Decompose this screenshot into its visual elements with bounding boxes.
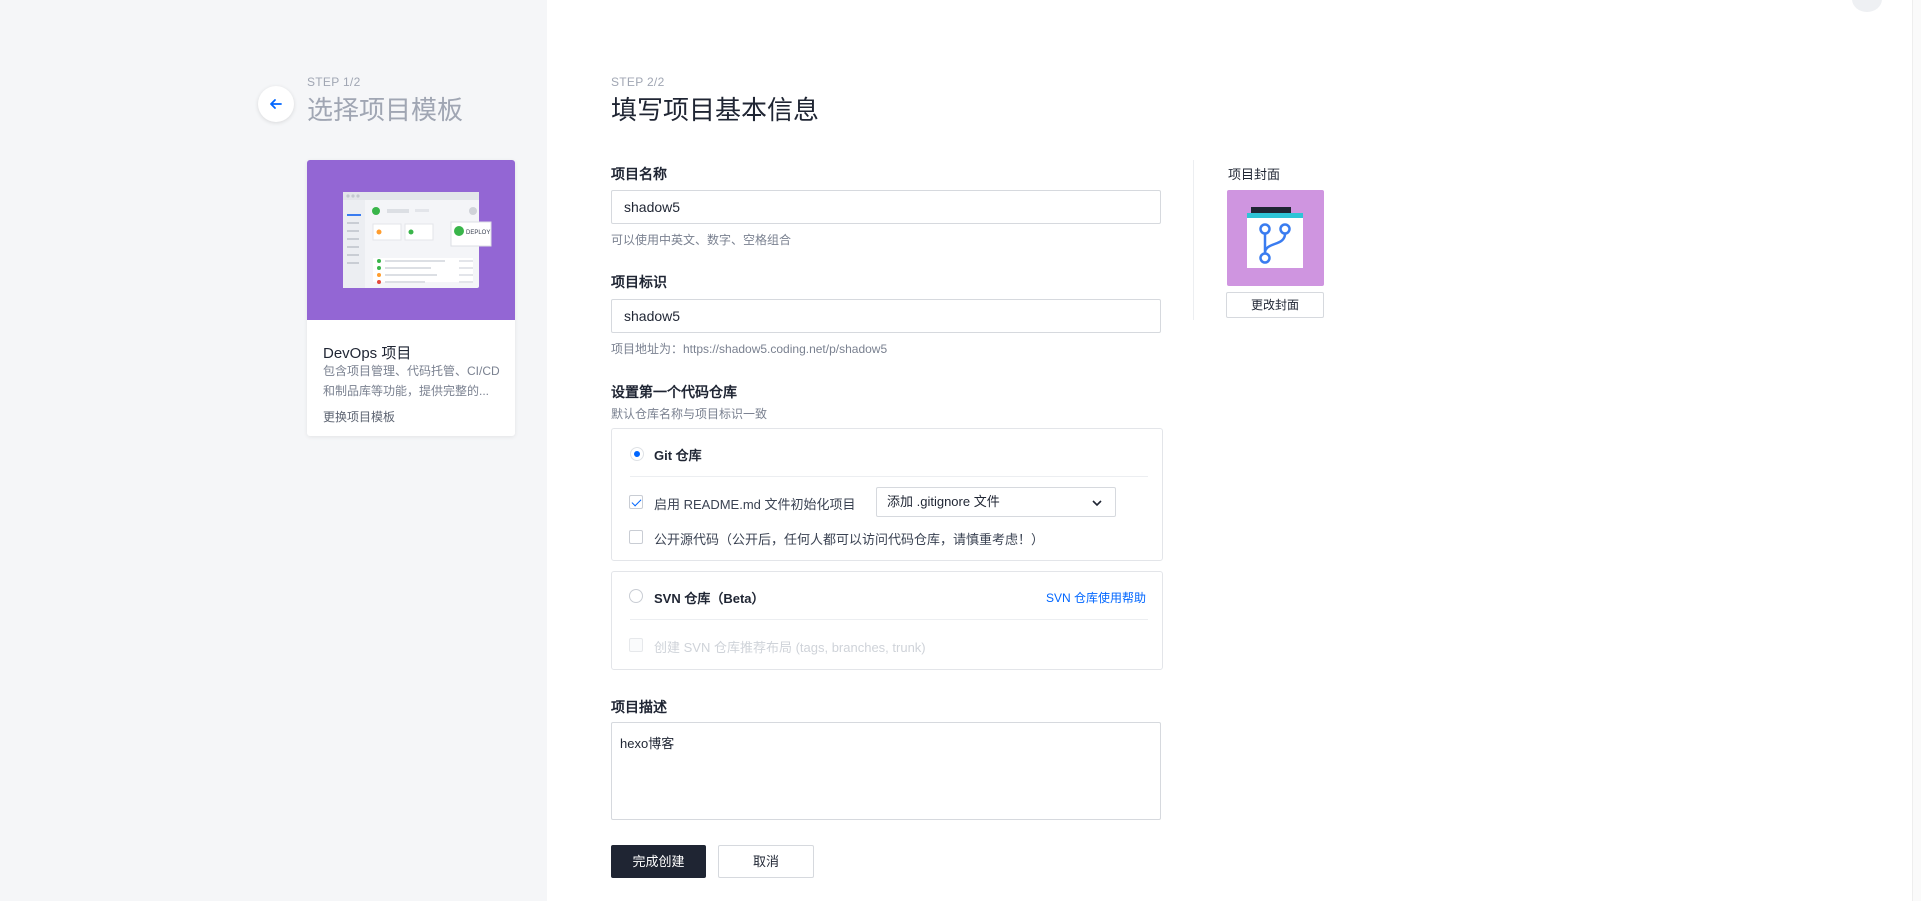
change-cover-button[interactable]: 更改封面 bbox=[1226, 292, 1324, 318]
step2-label: STEP 2/2 bbox=[611, 75, 665, 89]
svn-layout-label: 创建 SVN 仓库推荐布局 (tags, branches, trunk) bbox=[654, 640, 926, 655]
step1-title: 选择项目模板 bbox=[307, 95, 464, 125]
step2-title: 填写项目基本信息 bbox=[611, 95, 820, 125]
project-identifier-label: 项目标识 bbox=[611, 274, 667, 290]
project-name-input[interactable]: shadow5 bbox=[611, 190, 1161, 224]
git-divider bbox=[630, 476, 1148, 477]
git-branch-cover-icon bbox=[1247, 207, 1303, 268]
back-button[interactable] bbox=[258, 86, 294, 122]
project-description-textarea[interactable]: hexo博客 bbox=[611, 722, 1161, 820]
public-source-label: 公开源代码（公开后，任何人都可以访问代码仓库，请慎重考虑！） bbox=[654, 532, 1045, 547]
template-name: DevOps 项目 bbox=[323, 345, 412, 362]
repo-section-label: 设置第一个代码仓库 bbox=[611, 384, 737, 400]
svn-help-link[interactable]: SVN 仓库使用帮助 bbox=[1046, 589, 1146, 606]
project-name-hint: 可以使用中英文、数字、空格组合 bbox=[611, 233, 792, 247]
svn-radio[interactable] bbox=[629, 589, 643, 603]
step1-label: STEP 1/2 bbox=[307, 75, 361, 89]
template-step-pane: STEP 1/2 选择项目模板 DEPLOY DevOps 项目 包含项目管理、… bbox=[0, 0, 547, 901]
svn-repo-label: SVN 仓库（Beta） bbox=[654, 591, 765, 606]
page-scrollbar[interactable] bbox=[1912, 0, 1921, 901]
public-source-checkbox[interactable] bbox=[629, 530, 643, 544]
repo-section-hint: 默认仓库名称与项目标识一致 bbox=[611, 407, 768, 421]
change-template-link[interactable]: 更换项目模板 bbox=[323, 408, 395, 425]
project-name-label: 项目名称 bbox=[611, 166, 667, 182]
svn-layout-checkbox[interactable] bbox=[629, 638, 643, 652]
project-cover-image[interactable] bbox=[1227, 190, 1324, 286]
readme-label: 启用 README.md 文件初始化项目 bbox=[654, 497, 856, 512]
readme-checkbox[interactable] bbox=[629, 495, 643, 509]
template-card[interactable]: DEPLOY DevOps 项目 包含项目管理、代码托管、CI/CD 和制品库等… bbox=[307, 160, 515, 436]
deploy-text: DEPLOY bbox=[466, 230, 490, 236]
svn-repo-option[interactable]: SVN 仓库（Beta） SVN 仓库使用帮助 创建 SVN 仓库推荐布局 (t… bbox=[611, 571, 1163, 670]
cover-label: 项目封面 bbox=[1228, 167, 1281, 182]
arrow-left-icon bbox=[270, 99, 282, 109]
git-radio[interactable] bbox=[630, 447, 644, 461]
devops-preview-illustration: DEPLOY bbox=[343, 192, 492, 288]
gitignore-select[interactable]: 添加 .gitignore 文件 bbox=[876, 487, 1116, 517]
git-repo-label: Git 仓库 bbox=[654, 448, 702, 463]
chevron-down-icon bbox=[1092, 500, 1102, 507]
project-identifier-input[interactable]: shadow5 bbox=[611, 299, 1161, 333]
form-cover-divider bbox=[1193, 160, 1194, 320]
submit-button[interactable]: 完成创建 bbox=[611, 845, 706, 878]
template-description: 包含项目管理、代码托管、CI/CD 和制品库等功能，提供完整的... bbox=[323, 364, 500, 398]
project-url-hint: 项目地址为：https://shadow5.coding.net/p/shado… bbox=[611, 342, 888, 356]
project-description-label: 项目描述 bbox=[611, 699, 667, 715]
gitignore-select-value: 添加 .gitignore 文件 bbox=[887, 494, 1000, 509]
template-preview: DEPLOY bbox=[307, 160, 515, 320]
svn-divider bbox=[630, 619, 1148, 620]
cancel-button[interactable]: 取消 bbox=[718, 845, 814, 878]
